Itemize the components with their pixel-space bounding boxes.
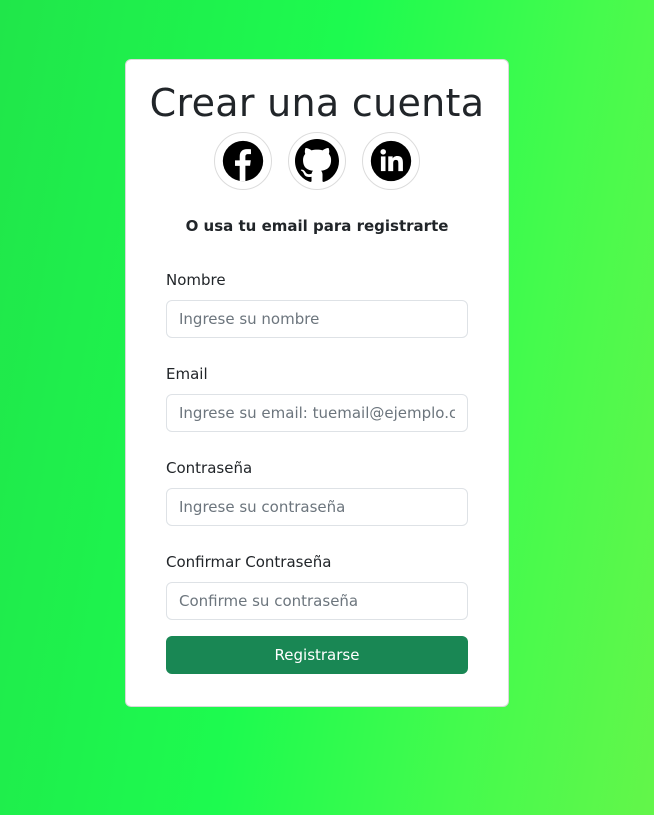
facebook-icon [222,140,264,182]
linkedin-button[interactable] [362,132,420,190]
email-signup-hint: O usa tu email para registrarte [185,217,449,235]
email-input[interactable] [166,394,468,432]
confirm-password-input[interactable] [166,582,468,620]
linkedin-icon [370,140,412,182]
signup-card: Crear una cuenta O usa tu email para reg… [125,59,509,707]
facebook-button[interactable] [214,132,272,190]
name-label: Nombre [166,271,226,289]
name-input[interactable] [166,300,468,338]
email-label: Email [166,365,208,383]
password-label: Contraseña [166,459,253,477]
page-title: Crear una cuenta [149,81,485,125]
github-icon [295,139,339,182]
register-button[interactable]: Registrarse [166,636,468,674]
github-button[interactable] [288,132,346,190]
password-input[interactable] [166,488,468,526]
confirm-password-label: Confirmar Contraseña [166,553,332,571]
social-login-group [126,132,508,190]
